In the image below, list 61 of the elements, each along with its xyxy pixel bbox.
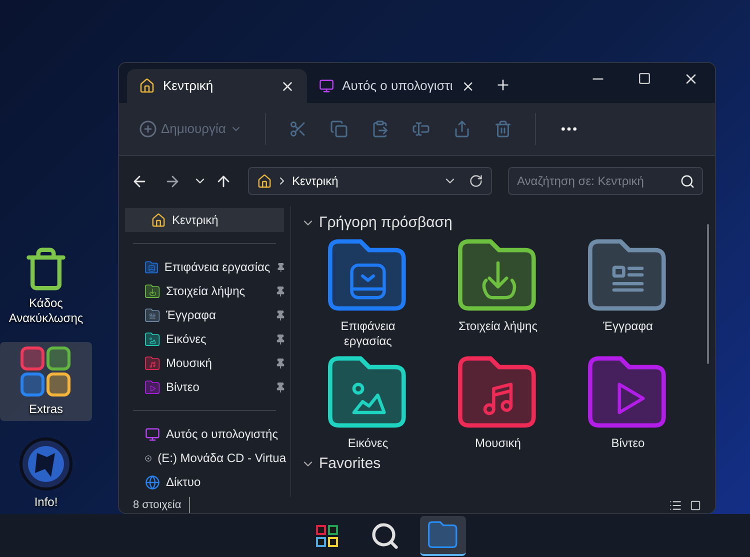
home-icon bbox=[257, 174, 272, 188]
cut-icon[interactable] bbox=[288, 120, 307, 138]
folder-icon bbox=[145, 260, 158, 274]
folder-tile[interactable]: Επιφάνεια εργασίας bbox=[303, 236, 433, 349]
desktop-icon[interactable]: Extras bbox=[0, 342, 92, 421]
folder-tile[interactable]: Εικόνες bbox=[303, 353, 433, 451]
orb-icon bbox=[19, 437, 73, 491]
home-icon bbox=[151, 212, 166, 228]
sidebar-item[interactable]: Δίκτυο bbox=[119, 470, 290, 494]
section-header[interactable]: Favorites bbox=[301, 453, 715, 475]
start-icon bbox=[316, 524, 338, 546]
desktop-icon-label: Info! bbox=[34, 495, 58, 510]
folder-tile[interactable]: Βίντεο bbox=[563, 353, 693, 451]
home-icon bbox=[139, 78, 155, 94]
folder-tile[interactable]: Στοιχεία λήψης bbox=[433, 236, 563, 349]
sidebar-item[interactable]: (E:) Μονάδα CD - Virtua bbox=[119, 446, 290, 470]
tab[interactable]: Αυτός ο υπολογιστι bbox=[307, 69, 487, 103]
search-icon bbox=[680, 174, 695, 189]
folder-icon bbox=[145, 332, 160, 346]
refresh-icon[interactable] bbox=[469, 174, 483, 188]
tab[interactable]: Κεντρική bbox=[127, 69, 307, 103]
sidebar-item[interactable]: Επιφάνεια εργασίας bbox=[119, 255, 290, 279]
paste-icon[interactable] bbox=[370, 120, 389, 138]
folder-icon bbox=[145, 284, 160, 298]
folder-tile[interactable]: Έγγραφα bbox=[563, 236, 693, 349]
maximize-icon[interactable] bbox=[638, 72, 651, 85]
address-text: Κεντρική bbox=[292, 173, 340, 190]
scrollbar[interactable] bbox=[707, 224, 709, 364]
sidebar-item[interactable]: Στοιχεία λήψης bbox=[119, 279, 290, 303]
section-header[interactable]: Γρήγορη πρόσβαση bbox=[301, 212, 715, 234]
folder-icon bbox=[145, 380, 160, 394]
details-view-icon[interactable] bbox=[669, 498, 682, 512]
sidebar-item[interactable]: Εικόνες bbox=[119, 327, 290, 351]
rename-icon[interactable] bbox=[412, 120, 430, 138]
delete-icon[interactable] bbox=[494, 120, 512, 138]
sidebar-item[interactable]: Μουσική bbox=[119, 351, 290, 375]
desktop-icon[interactable]: Κάδος Ανακύκλωσης bbox=[0, 242, 92, 330]
sidebar-item[interactable]: Αυτός ο υπολογιστής bbox=[119, 422, 290, 446]
sidebar-item[interactable]: Βίντεο bbox=[119, 375, 290, 399]
search-field[interactable]: Αναζήτηση σε: Κεντρική bbox=[508, 167, 703, 195]
sidebar-item[interactable]: Κεντρική bbox=[125, 208, 284, 232]
folder-icon bbox=[428, 520, 458, 550]
address-bar[interactable]: Κεντρική bbox=[248, 167, 492, 195]
new-tab-icon[interactable] bbox=[495, 77, 511, 93]
tiles-icon bbox=[20, 346, 72, 398]
globe-icon bbox=[145, 474, 160, 490]
sidebar-item[interactable]: Έγγραφα bbox=[119, 303, 290, 327]
folder-icon bbox=[145, 308, 160, 322]
status-text: 8 στοιχεία bbox=[133, 496, 190, 513]
monitor-icon bbox=[145, 426, 160, 442]
folder-icon bbox=[145, 356, 160, 370]
tiles-view-icon[interactable] bbox=[690, 500, 701, 510]
desktop-icon[interactable]: Info! bbox=[0, 433, 92, 514]
share-icon[interactable] bbox=[452, 120, 471, 138]
desktop-icon-label: Κάδος Ανακύκλωσης bbox=[8, 296, 84, 326]
search-icon bbox=[370, 520, 400, 550]
monitor-icon bbox=[319, 78, 334, 94]
desktop-icon-label: Extras bbox=[28, 402, 63, 417]
folder-tile[interactable]: Μουσική bbox=[433, 353, 563, 451]
copy-icon[interactable] bbox=[330, 120, 348, 138]
plus-icon bbox=[139, 120, 157, 138]
